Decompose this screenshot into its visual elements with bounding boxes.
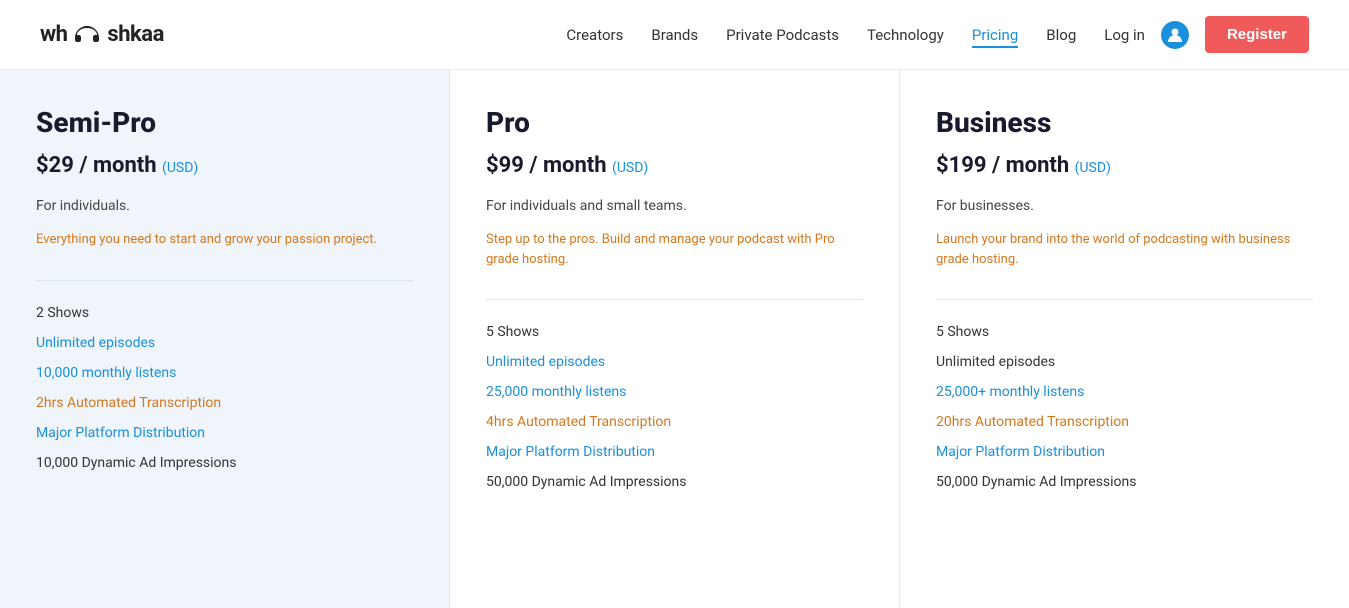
business-feature-0: 5 Shows — [936, 324, 1313, 340]
pro-price: $99 / month (USD) — [486, 153, 863, 178]
pro-feature-5: 50,000 Dynamic Ad Impressions — [486, 474, 863, 490]
business-feature-4: Major Platform Distribution — [936, 444, 1313, 460]
semi-pro-period: / month — [79, 153, 156, 178]
business-feature-3: 20hrs Automated Transcription — [936, 414, 1313, 430]
semi-pro-feature-4: Major Platform Distribution — [36, 425, 413, 441]
plan-pro: Pro $99 / month (USD) For individuals an… — [450, 70, 900, 608]
semi-pro-audience: For individuals. — [36, 198, 413, 214]
semi-pro-features: 2 Shows Unlimited episodes 10,000 monthl… — [36, 305, 413, 471]
pro-tagline: Step up to the pros. Build and manage yo… — [486, 230, 863, 269]
business-name: Business — [936, 106, 1313, 139]
business-price: $199 / month (USD) — [936, 153, 1313, 178]
logo-headphones-icon — [73, 25, 101, 43]
semi-pro-tagline: Everything you need to start and grow yo… — [36, 230, 413, 250]
plan-business: Business $199 / month (USD) For business… — [900, 70, 1349, 608]
pro-divider — [486, 299, 863, 300]
header-right: Log in Register — [1104, 16, 1309, 53]
register-button[interactable]: Register — [1205, 16, 1309, 53]
semi-pro-divider — [36, 280, 413, 281]
nav-blog[interactable]: Blog — [1046, 22, 1076, 48]
pro-feature-2: 25,000 monthly listens — [486, 384, 863, 400]
business-period: / month — [992, 153, 1069, 178]
business-tagline: Launch your brand into the world of podc… — [936, 230, 1313, 269]
pro-feature-0: 5 Shows — [486, 324, 863, 340]
business-feature-2: 25,000+ monthly listens — [936, 384, 1313, 400]
semi-pro-feature-1: Unlimited episodes — [36, 335, 413, 351]
nav-technology[interactable]: Technology — [867, 22, 944, 48]
pro-audience: For individuals and small teams. — [486, 198, 863, 214]
business-price-value: $199 — [936, 153, 987, 178]
pro-features: 5 Shows Unlimited episodes 25,000 monthl… — [486, 324, 863, 490]
business-feature-1: Unlimited episodes — [936, 354, 1313, 370]
pricing-section: Semi-Pro $29 / month (USD) For individua… — [0, 70, 1349, 608]
pro-period: / month — [529, 153, 606, 178]
nav-brands[interactable]: Brands — [651, 22, 698, 48]
logo-text: wh shkaa — [40, 22, 164, 47]
business-features: 5 Shows Unlimited episodes 25,000+ month… — [936, 324, 1313, 490]
person-icon — [1167, 27, 1183, 43]
semi-pro-feature-2: 10,000 monthly listens — [36, 365, 413, 381]
pro-feature-4: Major Platform Distribution — [486, 444, 863, 460]
user-avatar-icon[interactable] — [1161, 21, 1189, 49]
main-nav: Creators Brands Private Podcasts Technol… — [566, 22, 1076, 48]
business-divider — [936, 299, 1313, 300]
nav-private-podcasts[interactable]: Private Podcasts — [726, 22, 839, 48]
pro-name: Pro — [486, 106, 863, 139]
login-link[interactable]: Log in — [1104, 26, 1145, 44]
semi-pro-feature-5: 10,000 Dynamic Ad Impressions — [36, 455, 413, 471]
business-feature-5: 50,000 Dynamic Ad Impressions — [936, 474, 1313, 490]
semi-pro-name: Semi-Pro — [36, 106, 413, 139]
pro-feature-3: 4hrs Automated Transcription — [486, 414, 863, 430]
nav-pricing[interactable]: Pricing — [972, 22, 1018, 48]
pro-currency: (USD) — [612, 160, 648, 176]
logo[interactable]: wh shkaa — [40, 22, 164, 47]
semi-pro-price: $29 / month (USD) — [36, 153, 413, 178]
semi-pro-feature-0: 2 Shows — [36, 305, 413, 321]
site-header: wh shkaa Creators Brands Private Podcast… — [0, 0, 1349, 70]
semi-pro-feature-3: 2hrs Automated Transcription — [36, 395, 413, 411]
pro-feature-1: Unlimited episodes — [486, 354, 863, 370]
semi-pro-price-value: $29 — [36, 153, 74, 178]
pro-price-value: $99 — [486, 153, 524, 178]
business-audience: For businesses. — [936, 198, 1313, 214]
business-currency: (USD) — [1075, 160, 1111, 176]
semi-pro-currency: (USD) — [162, 160, 198, 176]
plan-semi-pro: Semi-Pro $29 / month (USD) For individua… — [0, 70, 450, 608]
nav-creators[interactable]: Creators — [566, 22, 623, 48]
